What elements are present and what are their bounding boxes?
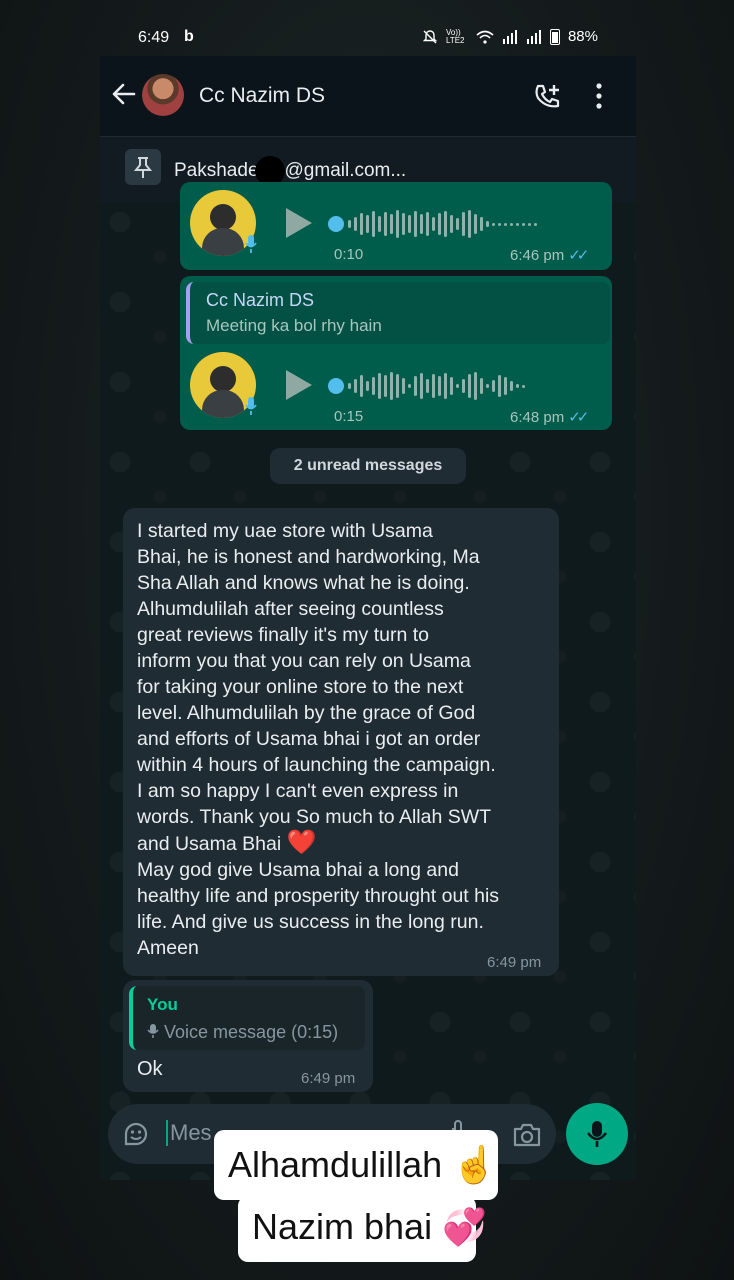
add-call-icon[interactable] bbox=[532, 82, 562, 112]
contact-avatar[interactable] bbox=[142, 74, 184, 116]
pinned-text-start: Pakshade bbox=[174, 160, 259, 181]
caption-sticker: Alhamdulillah ☝️ Nazim bhai 💞 bbox=[214, 1130, 498, 1262]
message-time: 6:46 pm ✓✓ bbox=[510, 246, 589, 264]
read-ticks-icon: ✓✓ bbox=[568, 247, 589, 264]
quoted-sender: You bbox=[147, 995, 178, 1014]
caption-text-1: Alhamdulillah ☝️ bbox=[228, 1144, 497, 1185]
status-bar: 6:49 b Vo)) LTE2 88% bbox=[100, 20, 636, 56]
incoming-message[interactable]: I started my uae store with Usama Bhai, … bbox=[123, 508, 559, 976]
message-input[interactable]: Mes bbox=[166, 1120, 212, 1146]
mic-icon bbox=[147, 1024, 159, 1038]
emoji-sticker-icon[interactable] bbox=[122, 1120, 150, 1148]
message-body-2: May god give Usama bhai a long and healt… bbox=[137, 859, 500, 959]
message-body: I started my uae store with Usama Bhai, … bbox=[137, 520, 496, 855]
voice-duration: 0:10 bbox=[334, 246, 364, 263]
message-time-text: 6:48 pm bbox=[510, 409, 565, 426]
message-text: Ok bbox=[137, 1058, 163, 1080]
message-time: 6:49 pm bbox=[301, 1070, 356, 1087]
quoted-sender: Cc Nazim DS bbox=[206, 290, 315, 310]
voice-message-label: Voice message (0:15) bbox=[164, 1022, 339, 1042]
playback-position[interactable] bbox=[328, 216, 344, 232]
chat-area[interactable]: 0:10 6:46 pm ✓✓ Cc Nazim DS Meeting ka bo… bbox=[100, 182, 636, 1180]
message-text: I started my uae store with Usama Bhai, … bbox=[137, 518, 553, 961]
caption-text-2: Nazim bhai 💞 bbox=[252, 1206, 487, 1247]
chat-header: Cc Nazim DS bbox=[100, 56, 636, 136]
read-ticks-icon: ✓✓ bbox=[568, 409, 589, 426]
quoted-message[interactable]: Cc Nazim DS Meeting ka bol rhy hain bbox=[186, 282, 610, 344]
mute-icon bbox=[422, 29, 438, 43]
unread-messages-divider: 2 unread messages bbox=[270, 448, 466, 484]
outgoing-voice-message-reply[interactable]: Cc Nazim DS Meeting ka bol rhy hain 0:15… bbox=[180, 276, 612, 430]
play-icon[interactable] bbox=[286, 370, 312, 400]
quoted-voice-message[interactable]: You Voice message (0:15) bbox=[129, 986, 365, 1050]
whatsapp-chat-screen: Cc Nazim DS Pakshade @gmail.com... 0:10 6… bbox=[100, 56, 636, 1180]
playback-position[interactable] bbox=[328, 378, 344, 394]
reply-message[interactable]: You Voice message (0:15) Ok 6:49 pm bbox=[123, 980, 373, 1092]
voice-duration: 0:15 bbox=[334, 408, 364, 425]
outgoing-voice-message[interactable]: 0:10 6:46 pm ✓✓ bbox=[180, 182, 612, 270]
pinned-text-end: @gmail.com... bbox=[284, 160, 407, 181]
message-time: 6:49 pm bbox=[487, 954, 542, 971]
carrier-icon: b bbox=[184, 28, 194, 45]
heart-emoji: ❤️ bbox=[286, 829, 317, 856]
caption-line-2: Nazim bhai 💞 bbox=[238, 1196, 487, 1262]
play-icon[interactable] bbox=[286, 208, 312, 238]
quoted-voice-label: Voice message (0:15) bbox=[147, 1022, 338, 1043]
status-time: 6:49 bbox=[138, 29, 170, 46]
wifi-icon bbox=[476, 30, 494, 44]
pinned-text: Pakshade @gmail.com... bbox=[174, 155, 407, 186]
back-arrow-icon[interactable] bbox=[110, 80, 138, 108]
signal-icon bbox=[502, 29, 517, 44]
mic-icon bbox=[586, 1121, 608, 1147]
pin-icon bbox=[125, 149, 161, 185]
signal-icon bbox=[526, 29, 541, 44]
battery-percent: 88% bbox=[567, 28, 598, 45]
contact-name[interactable]: Cc Nazim DS bbox=[199, 84, 325, 108]
mic-icon bbox=[245, 397, 257, 415]
mic-icon bbox=[245, 235, 257, 253]
voice-record-button[interactable] bbox=[566, 1103, 628, 1165]
network-label: Vo)) LTE2 bbox=[445, 27, 465, 45]
more-vert-icon[interactable] bbox=[594, 82, 604, 110]
message-time: 6:48 pm ✓✓ bbox=[510, 408, 589, 426]
quoted-text: Meeting ka bol rhy hain bbox=[206, 316, 382, 335]
waveform[interactable] bbox=[348, 370, 525, 402]
message-time-text: 6:46 pm bbox=[510, 247, 565, 264]
camera-icon[interactable] bbox=[512, 1122, 542, 1148]
status-icons: Vo)) LTE2 88% bbox=[422, 28, 598, 45]
battery-icon bbox=[549, 28, 560, 45]
waveform[interactable] bbox=[348, 208, 537, 240]
caption-line-1: Alhamdulillah ☝️ bbox=[214, 1130, 498, 1200]
